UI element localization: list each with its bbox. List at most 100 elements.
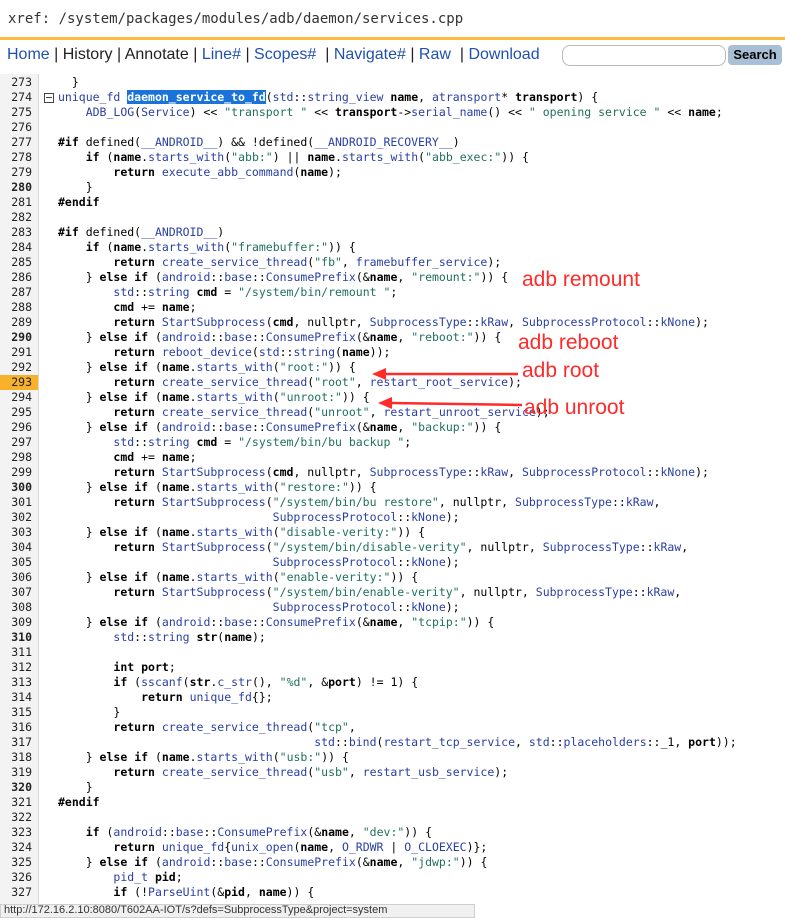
code-line: 274 unique_fd daemon_service_to_fd(std::s… <box>0 90 785 105</box>
line-number[interactable]: 297 <box>0 435 32 450</box>
nav-links: Home | History | Annotate | Line# | Scop… <box>7 46 540 64</box>
search-button[interactable]: Search <box>728 45 782 65</box>
code-text: SubprocessProtocol::kNone); <box>272 555 460 569</box>
line-number[interactable]: 320 <box>0 780 32 795</box>
line-number[interactable]: 275 <box>0 105 32 120</box>
line-number[interactable]: 312 <box>0 660 32 675</box>
line-number[interactable]: 292 <box>0 360 32 375</box>
code-line: 320 } <box>0 780 785 795</box>
selected-function-name[interactable]: daemon_service_to_fd <box>127 90 266 104</box>
code-text: cmd += name; <box>113 300 197 314</box>
line-number[interactable]: 300 <box>0 480 32 495</box>
code-text: if (sscanf(str.c_str(), "%d", &port) != … <box>113 675 419 689</box>
home-link[interactable]: Home <box>7 46 50 63</box>
line-number[interactable]: 281 <box>0 195 32 210</box>
line-number[interactable]: 305 <box>0 555 32 570</box>
raw-link[interactable]: Raw <box>419 46 451 63</box>
line-number[interactable]: 287 <box>0 285 32 300</box>
line-number[interactable]: 308 <box>0 600 32 615</box>
line-number[interactable]: 302 <box>0 510 32 525</box>
line-number[interactable]: 289 <box>0 315 32 330</box>
code-line: 285 return create_service_thread("fb", f… <box>0 255 785 270</box>
code-text: #if defined(__ANDROID__) && !defined(__A… <box>58 135 460 149</box>
line-number[interactable]: 315 <box>0 705 32 720</box>
line-number[interactable]: 282 <box>0 210 32 225</box>
line-number[interactable]: 318 <box>0 750 32 765</box>
line-number[interactable]: 319 <box>0 765 32 780</box>
arrow-unroot <box>378 397 523 409</box>
code-text: return create_service_thread("fb", frame… <box>113 255 502 269</box>
line-number[interactable]: 299 <box>0 465 32 480</box>
code-text: return StartSubprocess(cmd, nullptr, Sub… <box>113 315 709 329</box>
line-number[interactable]: 286 <box>0 270 32 285</box>
code-text: return StartSubprocess(cmd, nullptr, Sub… <box>113 465 709 479</box>
line-number[interactable]: 284 <box>0 240 32 255</box>
line-number[interactable]: 317 <box>0 735 32 750</box>
line-number[interactable]: 311 <box>0 645 32 660</box>
line-number[interactable]: 295 <box>0 405 32 420</box>
line-number[interactable]: 277 <box>0 135 32 150</box>
line-number[interactable]: 296 <box>0 420 32 435</box>
line-number[interactable]: 298 <box>0 450 32 465</box>
code-text: } else if (android::base::ConsumePrefix(… <box>58 270 509 284</box>
code-line: 284 if (name.starts_with("framebuffer:")… <box>0 240 785 255</box>
line-number[interactable]: 325 <box>0 855 32 870</box>
line-number[interactable]: 309 <box>0 615 32 630</box>
code-line: 312 int port; <box>0 660 785 675</box>
line-number[interactable]: 291 <box>0 345 32 360</box>
separator: | <box>245 46 250 63</box>
line-number[interactable]: 288 <box>0 300 32 315</box>
code-text: return execute_abb_command(name); <box>113 165 342 179</box>
line-number[interactable]: 290 <box>0 330 32 345</box>
line-number[interactable]: 310 <box>0 630 32 645</box>
code-text: #endif <box>58 795 100 809</box>
download-link[interactable]: Download <box>468 46 539 63</box>
code-text: return StartSubprocess("/system/bin/enab… <box>113 585 682 599</box>
separator: | <box>459 46 464 63</box>
line-number[interactable]: 283 <box>0 225 32 240</box>
line-number[interactable]: 285 <box>0 255 32 270</box>
history-link[interactable]: History <box>63 46 113 63</box>
line-number[interactable]: 276 <box>0 120 32 135</box>
collapse-icon[interactable] <box>44 93 54 103</box>
line-number[interactable]: 273 <box>0 75 32 90</box>
line-number[interactable]: 314 <box>0 690 32 705</box>
code-line: 307 return StartSubprocess("/system/bin/… <box>0 585 785 600</box>
line-number[interactable]: 293 <box>0 375 38 390</box>
line-number[interactable]: 326 <box>0 870 32 885</box>
annotate-link[interactable]: Annotate <box>125 46 189 63</box>
code-line: 327 if (!ParseUint(&pid, name)) { <box>0 885 785 900</box>
line-number[interactable]: 327 <box>0 885 32 900</box>
line-number[interactable]: 307 <box>0 585 32 600</box>
code-line: 273 } <box>0 75 785 90</box>
navigate-link[interactable]: Navigate# <box>334 46 406 63</box>
line-number[interactable]: 303 <box>0 525 32 540</box>
line-number[interactable]: 304 <box>0 540 32 555</box>
code-text: } <box>58 75 79 89</box>
line-number[interactable]: 301 <box>0 495 32 510</box>
line-number[interactable]: 294 <box>0 390 32 405</box>
line-number[interactable]: 280 <box>0 180 32 195</box>
line-number[interactable]: 322 <box>0 810 32 825</box>
line-link[interactable]: Line# <box>202 46 241 63</box>
code-line: 277 #if defined(__ANDROID__) && !defined(… <box>0 135 785 150</box>
line-number[interactable]: 279 <box>0 165 32 180</box>
code-line: 299 return StartSubprocess(cmd, nullptr,… <box>0 465 785 480</box>
line-number[interactable]: 321 <box>0 795 32 810</box>
line-number[interactable]: 316 <box>0 720 32 735</box>
code-text: if (name.starts_with("framebuffer:")) { <box>85 240 356 254</box>
code-text: return reboot_device(std::string(name)); <box>113 345 391 359</box>
separator: | <box>325 46 330 63</box>
line-number[interactable]: 323 <box>0 825 32 840</box>
search-input[interactable] <box>562 45 726 66</box>
line-number[interactable]: 278 <box>0 150 32 165</box>
code-line: 287 std::string cmd = "/system/bin/remou… <box>0 285 785 300</box>
scopes-link[interactable]: Scopes# <box>254 46 316 63</box>
line-number[interactable]: 324 <box>0 840 32 855</box>
code-text: } <box>58 780 93 794</box>
line-number[interactable]: 306 <box>0 570 32 585</box>
code-text: } else if (name.starts_with("usb:")) { <box>58 750 349 764</box>
line-number[interactable]: 313 <box>0 675 32 690</box>
line-number[interactable]: 274 <box>0 90 32 105</box>
code-text: ADB_LOG(Service) << "transport " << tran… <box>85 105 723 119</box>
